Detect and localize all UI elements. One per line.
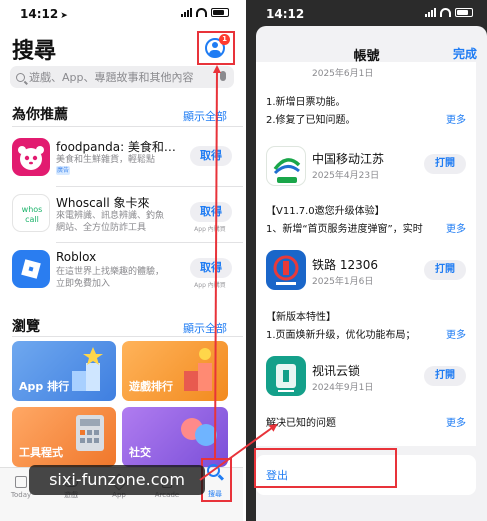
divider [56, 242, 243, 243]
update-date: 2024年9月1日 [312, 383, 374, 393]
status-time: 14:12 [266, 7, 305, 21]
roblox-app-icon [12, 250, 50, 288]
app-row-foodpanda[interactable]: foodpanda: 美食和… 美食和生鮮雜貨，輕鬆點 廣告 取得 [12, 138, 234, 182]
app-name: Whoscall 象卡來 [56, 196, 150, 210]
today-icon [15, 476, 27, 488]
more-link[interactable]: 更多 [446, 326, 466, 341]
search-placeholder: 遊戲、App、專題故事和其他內容 [29, 71, 194, 84]
wifi-icon [440, 8, 451, 17]
more-link[interactable]: 更多 [446, 414, 466, 429]
ad-badge: 廣告 [56, 166, 70, 175]
tile-label: 社交 [129, 446, 151, 459]
tab-label: Today [10, 491, 32, 499]
app-subtitle: 美食和生鮮雜貨，輕鬆點 [56, 155, 156, 165]
get-button[interactable]: 取得 [190, 202, 232, 222]
page-title: 搜尋 [12, 39, 57, 64]
whoscall-app-icon: whos call [12, 194, 50, 232]
status-icons [181, 8, 229, 17]
tile-label: 工具程式 [19, 446, 63, 459]
app-row-roblox[interactable]: Roblox 在這世界上找樂趣的體驗， 立即免費加入 取得 App 內購買 [12, 250, 234, 294]
china-mobile-jiangsu-app-icon [266, 146, 306, 186]
recommended-heading: 為你推薦 [12, 107, 68, 123]
tile-utilities[interactable]: 工具程式 [12, 407, 116, 467]
open-button[interactable]: 打開 [424, 366, 466, 386]
location-arrow-icon: ➤ [60, 11, 68, 21]
open-button[interactable]: 打開 [424, 154, 466, 174]
status-icons [425, 8, 473, 17]
foodpanda-app-icon [12, 138, 50, 176]
browse-heading: 瀏覽 [12, 319, 40, 335]
recommended-see-all-link[interactable]: 顯示全部 [183, 108, 227, 124]
app-subtitle-line-2: 立即免費加入 [56, 279, 111, 289]
status-bar: 14:12 [246, 0, 487, 28]
tile-label: 遊戲排行 [129, 380, 173, 393]
update-date: 2025年1月6日 [312, 277, 374, 287]
battery-icon [211, 8, 229, 17]
status-time-text: 14:12 [20, 7, 59, 21]
divider [12, 336, 243, 337]
in-app-purchase-note: App 內購買 [194, 282, 226, 289]
tile-label: App 排行 [19, 380, 70, 393]
release-note: 2.修复了已知问题。 [266, 115, 356, 126]
divider [56, 186, 243, 187]
get-button[interactable]: 取得 [190, 258, 232, 278]
release-note: 【V11.7.0邀您升级体验】 [266, 206, 385, 217]
status-time: 14:12 ➤ [20, 7, 68, 21]
app-subtitle-line-2: 網站、全方位防詐工具 [56, 223, 147, 233]
release-note: 解决已知的问题 [266, 418, 336, 429]
done-button[interactable]: 完成 [453, 45, 477, 62]
svg-text:whos: whos [22, 205, 43, 214]
app-name: 中国移动江苏 [312, 152, 385, 166]
search-icon [16, 72, 25, 82]
release-note: 1、新增“首页服务进度弹窗”，实时 [266, 224, 423, 235]
update-date: 2025年6月1日 [312, 69, 374, 79]
in-app-purchase-note: App 內購買 [194, 226, 226, 233]
highlight-box-profile [197, 31, 235, 65]
more-link[interactable]: 更多 [446, 220, 466, 235]
svg-text:call: call [25, 215, 39, 224]
cellular-signal-icon [425, 8, 436, 17]
release-note: 【新版本特性】 [266, 312, 336, 323]
tile-app-ranking[interactable]: App 排行 [12, 341, 116, 401]
search-input[interactable]: 遊戲、App、專題故事和其他內容 [10, 66, 234, 88]
app-row-whoscall[interactable]: whos call Whoscall 象卡來 來電辨識、訊息辨識、釣魚 網站、全方… [12, 194, 234, 238]
highlight-box-logout [254, 448, 397, 488]
app-subtitle: 在這世界上找樂趣的體驗， [56, 267, 165, 277]
open-button[interactable]: 打開 [424, 260, 466, 280]
get-button[interactable]: 取得 [190, 146, 232, 166]
app-subtitle: 來電辨識、訊息辨識、釣魚 [56, 211, 165, 221]
release-note: 1.新增日票功能。 [266, 97, 346, 108]
wifi-icon [196, 8, 207, 17]
release-note: 1.页面焕新升级，优化功能布局； [266, 330, 416, 341]
app-name: foodpanda: 美食和… [56, 140, 176, 154]
app-name: 铁路 12306 [312, 258, 378, 272]
status-bar: 14:12 ➤ [0, 0, 243, 28]
video-cloud-lock-app-icon [266, 356, 306, 396]
divider [12, 126, 243, 127]
watermark: sixi-funzone.com [29, 465, 205, 495]
microphone-icon[interactable] [220, 71, 226, 81]
railway-12306-app-icon [266, 250, 306, 290]
browse-see-all-link[interactable]: 顯示全部 [183, 320, 227, 336]
tile-game-ranking[interactable]: 遊戲排行 [122, 341, 228, 401]
app-store-search-screen: 14:12 ➤ 搜尋 1 遊戲、App、專題故事和其他內容 為你推薦 顯示全部 f… [0, 0, 243, 521]
more-link[interactable]: 更多 [446, 111, 466, 126]
highlight-box-search-tab [201, 458, 232, 502]
battery-icon [455, 8, 473, 17]
cellular-signal-icon [181, 8, 192, 17]
app-name: 视讯云锁 [312, 364, 361, 378]
app-name: Roblox [56, 250, 97, 264]
update-date: 2025年4月23日 [312, 171, 380, 181]
